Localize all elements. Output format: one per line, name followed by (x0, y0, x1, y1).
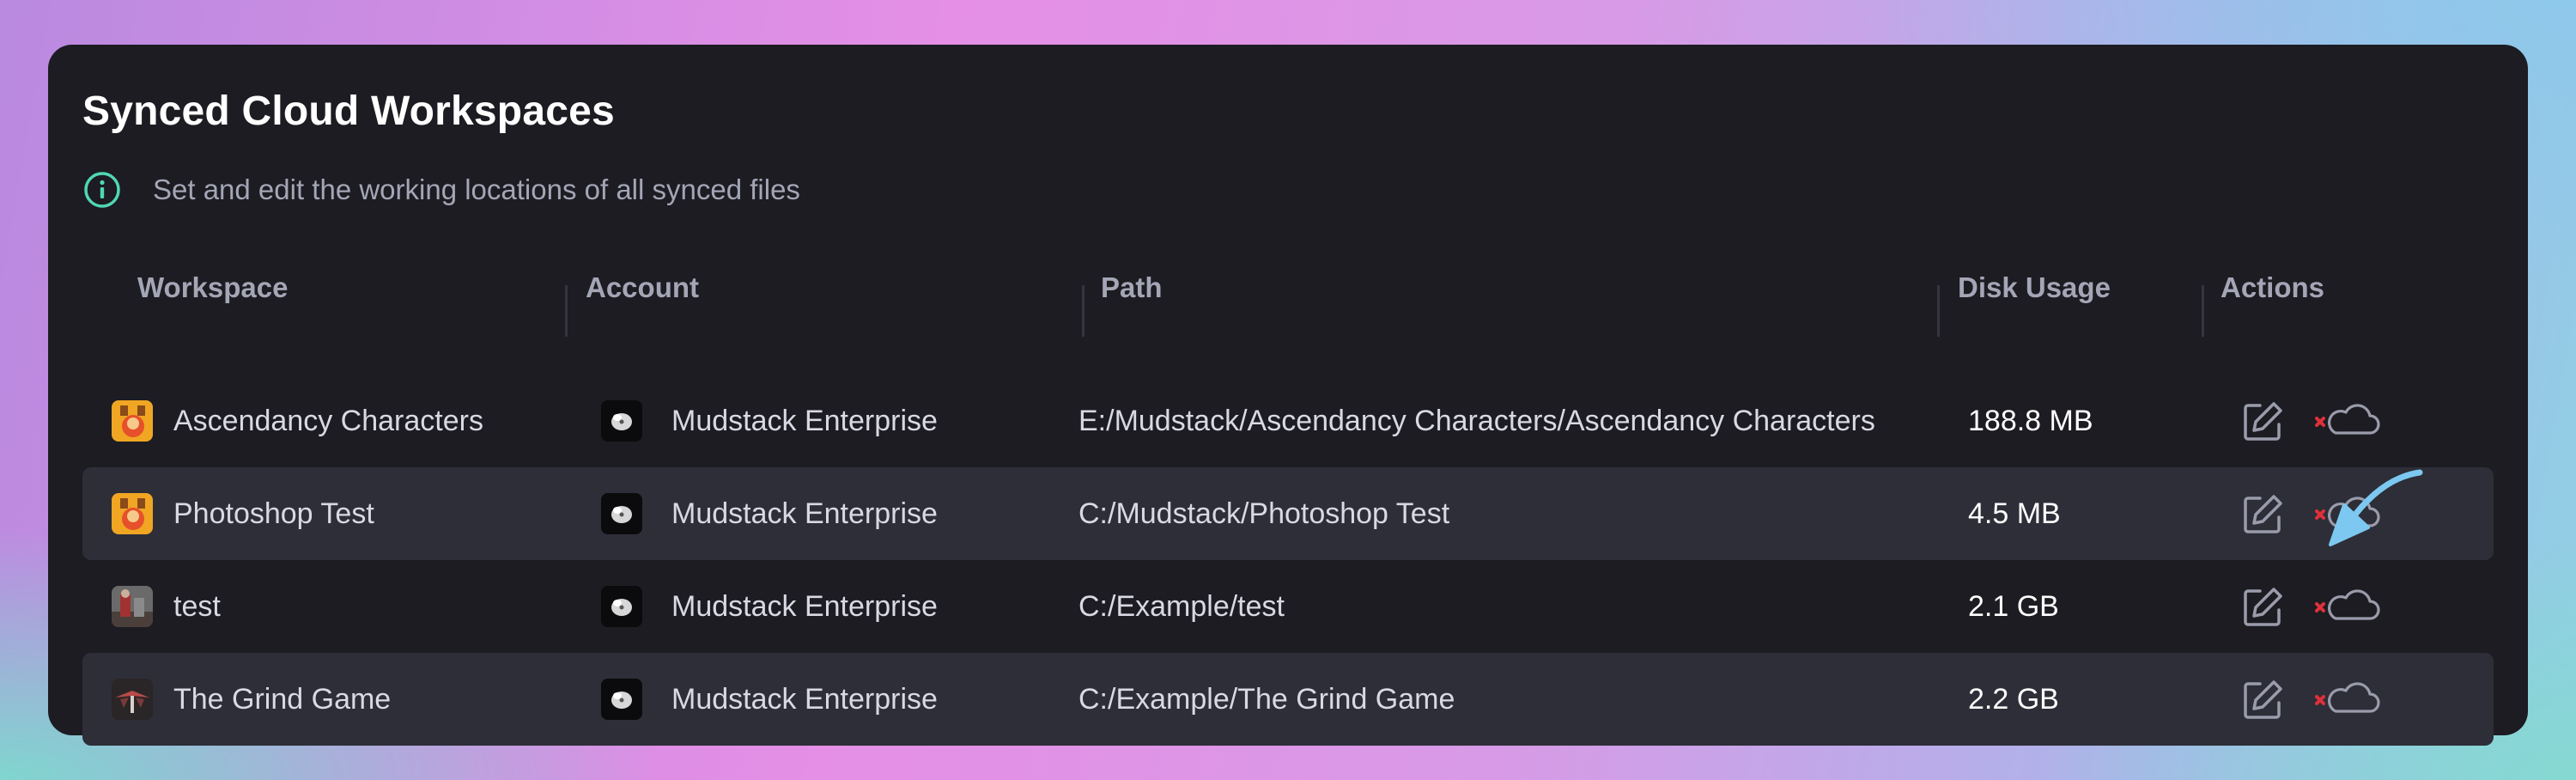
cloud-x-icon[interactable] (2312, 400, 2380, 442)
account-name: Mudstack Enterprise (671, 405, 938, 437)
pointer-arrow-head (2329, 503, 2370, 546)
mudstack-logo-icon (601, 400, 642, 442)
mudstack-logo-icon (601, 493, 642, 534)
ascendancy-thumbnail-icon (112, 400, 153, 442)
table-row[interactable]: test Mudstack Enterprise C:/Example/test… (82, 560, 2494, 653)
edit-icon[interactable] (2239, 491, 2286, 538)
column-divider[interactable] (1937, 285, 1940, 337)
disk-usage-value: 188.8 MB (1968, 405, 2093, 437)
column-header-disk-usage[interactable]: Disk Usage (1958, 241, 2111, 335)
ascendancy-thumbnail-icon (112, 493, 153, 534)
disk-usage-value: 2.1 GB (1968, 590, 2059, 623)
edit-icon[interactable] (2239, 399, 2286, 445)
account-name: Mudstack Enterprise (671, 590, 938, 623)
table-row[interactable]: The Grind Game Mudstack Enterprise C:/Ex… (82, 653, 2494, 746)
synced-workspaces-panel: Synced Cloud Workspaces Set and edit the… (48, 45, 2528, 746)
table-header: Workspace Account Path Disk Usage Action… (82, 241, 2494, 337)
workspace-table-body: Ascendancy Characters Mudstack Enterpris… (82, 375, 2494, 746)
disk-usage-value: 4.5 MB (1968, 497, 2061, 530)
grind-game-thumbnail-icon (112, 679, 153, 720)
cloud-x-icon[interactable] (2312, 586, 2380, 627)
pointer-arrow-shaft (2346, 469, 2423, 526)
account-name: Mudstack Enterprise (671, 497, 938, 530)
workspace-path: C:/Example/The Grind Game (1078, 683, 1455, 716)
workspace-name: Ascendancy Characters (173, 405, 483, 437)
mudstack-logo-icon (601, 679, 642, 720)
workspace-name: Photoshop Test (173, 497, 374, 530)
workspace-name: The Grind Game (173, 683, 392, 716)
test-thumbnail-icon (112, 586, 153, 627)
table-row[interactable]: Photoshop Test Mudstack Enterprise C:/Mu… (82, 467, 2494, 560)
column-divider[interactable] (1082, 285, 1084, 337)
workspace-path: C:/Mudstack/Photoshop Test (1078, 497, 1450, 530)
table-row[interactable]: Ascendancy Characters Mudstack Enterpris… (82, 375, 2494, 467)
workspace-name: test (173, 590, 221, 623)
subtitle-row: Set and edit the working locations of al… (82, 170, 800, 210)
workspace-path: E:/Mudstack/Ascendancy Characters/Ascend… (1078, 405, 1875, 437)
edit-icon[interactable] (2239, 677, 2286, 723)
edit-icon[interactable] (2239, 584, 2286, 631)
disk-usage-value: 2.2 GB (1968, 683, 2059, 716)
column-header-actions: Actions (2221, 271, 2325, 303)
workspace-path: C:/Example/test (1078, 590, 1285, 623)
column-header-workspace[interactable]: Workspace (137, 241, 288, 335)
pointer-arrow-icon (2329, 469, 2423, 546)
mudstack-logo-icon (601, 586, 642, 627)
cloud-x-icon[interactable] (2312, 679, 2380, 720)
column-divider[interactable] (2202, 285, 2204, 337)
info-circle-icon (84, 172, 120, 208)
panel-subtitle: Set and edit the working locations of al… (153, 174, 800, 205)
column-divider[interactable] (565, 285, 568, 337)
panel-title: Synced Cloud Workspaces (82, 88, 615, 134)
account-name: Mudstack Enterprise (671, 683, 938, 716)
column-header-path[interactable]: Path (1101, 241, 1163, 335)
column-header-account[interactable]: Account (586, 241, 699, 335)
